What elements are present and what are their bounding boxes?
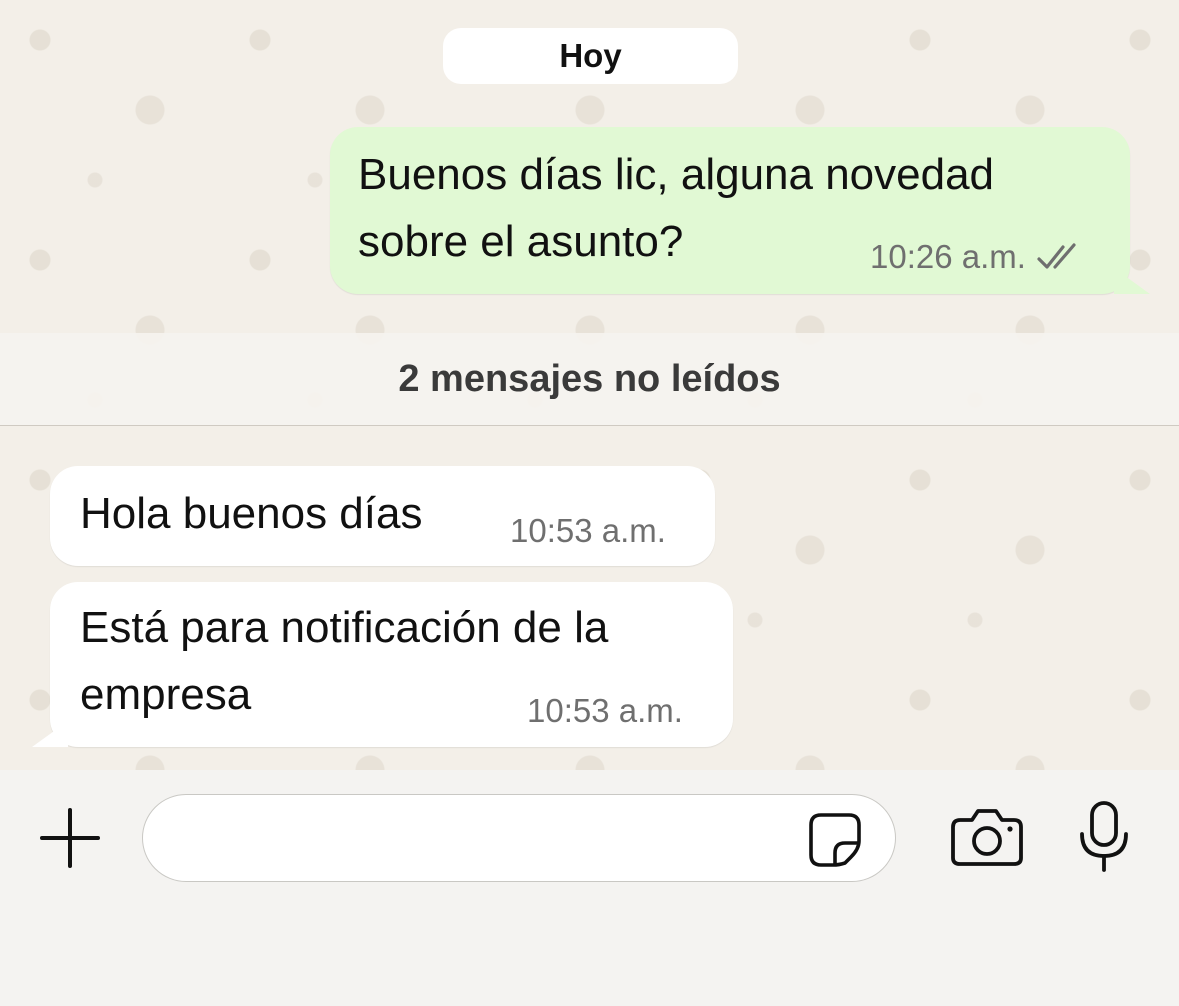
plus-icon[interactable] (38, 806, 102, 870)
date-separator: Hoy (443, 28, 738, 84)
date-separator-label: Hoy (559, 37, 622, 74)
chat-area[interactable]: Hoy Buenos días lic, alguna novedad sobr… (0, 0, 1179, 770)
sticker-icon[interactable] (805, 809, 865, 869)
message-input[interactable] (142, 794, 896, 882)
camera-icon[interactable] (950, 806, 1024, 868)
message-meta: 10:53 a.m. (510, 512, 666, 550)
message-text: Hola buenos días (80, 489, 423, 538)
bubble-tail (32, 721, 68, 747)
message-time: 10:26 a.m. (870, 238, 1026, 275)
outgoing-message-bubble[interactable]: Buenos días lic, alguna novedad sobre el… (330, 127, 1150, 294)
unread-messages-label: 2 mensajes no leídos (398, 357, 781, 400)
double-check-icon (1036, 241, 1084, 273)
message-meta: 10:26 a.m. (870, 238, 1084, 276)
incoming-message-bubble[interactable]: Hola buenos días 10:53 a.m. (50, 466, 715, 566)
incoming-message-bubble[interactable]: Está para notificación de la empresa 10:… (32, 582, 733, 747)
bubble-tail (1114, 268, 1150, 294)
message-time: 10:53 a.m. (510, 512, 666, 549)
message-time: 10:53 a.m. (527, 692, 683, 729)
message-composer (0, 770, 1179, 1006)
unread-messages-separator: 2 mensajes no leídos (0, 333, 1179, 426)
microphone-icon[interactable] (1076, 800, 1132, 874)
message-meta: 10:53 a.m. (527, 692, 683, 730)
